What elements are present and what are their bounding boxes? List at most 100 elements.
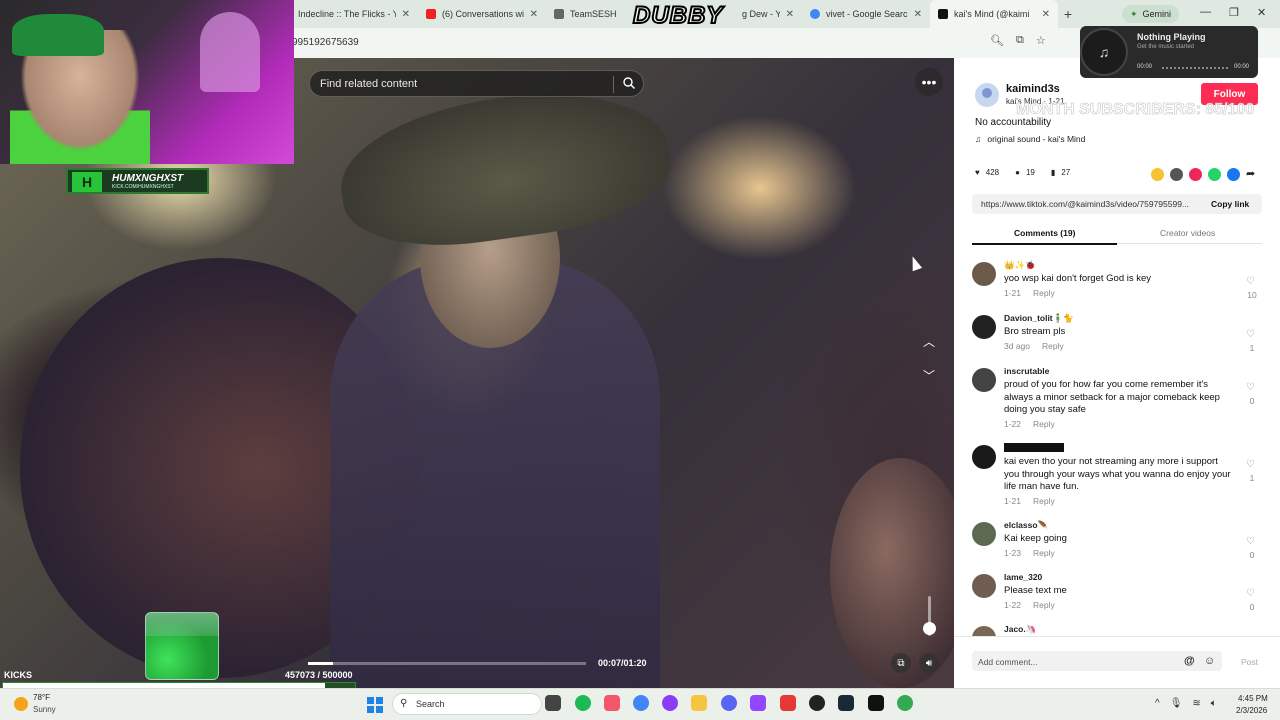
taskbar-search-box[interactable] <box>392 693 542 715</box>
close-icon[interactable]: ✕ <box>1042 9 1050 20</box>
commenter-name[interactable]: inscrutable <box>1004 366 1049 376</box>
browser-tab[interactable]: (6) Conversations with A ✕ <box>418 0 546 28</box>
commenter-avatar[interactable] <box>972 574 996 598</box>
minimize-icon[interactable]: — <box>1200 6 1211 18</box>
whatsapp-icon[interactable] <box>1208 168 1221 181</box>
browser-tab[interactable]: vivet - Google Search ✕ <box>802 0 930 28</box>
post-button[interactable]: Post <box>1241 657 1258 667</box>
commenter-avatar[interactable] <box>972 445 996 469</box>
new-tab-button[interactable]: + <box>1058 6 1078 22</box>
next-video-chevron-down-icon[interactable]: ﹀ <box>918 364 940 386</box>
more-options-button[interactable]: ••• <box>915 68 943 96</box>
reply-button[interactable]: Reply <box>1033 600 1055 610</box>
volume-slider-knob[interactable] <box>923 622 936 635</box>
reply-button[interactable]: Reply <box>1033 496 1055 506</box>
send-icon[interactable] <box>1189 168 1202 181</box>
windows-start-icon[interactable] <box>367 697 383 713</box>
obs-icon[interactable] <box>809 695 825 711</box>
tab-comments[interactable]: Comments (19) <box>1014 228 1075 238</box>
search-icon[interactable] <box>622 76 636 90</box>
like-heart-icon[interactable]: ♡ <box>1246 459 1255 470</box>
sun-weather-icon[interactable] <box>14 697 28 711</box>
find-related-search[interactable]: Find related content <box>309 70 644 97</box>
app-purple-icon[interactable] <box>662 695 678 711</box>
spotify-icon[interactable] <box>575 695 591 711</box>
volume-icon[interactable]: 🔊︎ <box>919 653 939 673</box>
commenter-name[interactable]: elclasso🪶 <box>1004 520 1048 531</box>
like-heart-icon[interactable]: ♡ <box>1246 588 1255 599</box>
reply-button[interactable]: Reply <box>1033 419 1055 429</box>
commenter-name[interactable]: Davion_tolit🧍‍♂️🐈 <box>1004 313 1074 324</box>
facebook-icon[interactable] <box>1227 168 1240 181</box>
tab-title: vivet - Google Search <box>826 9 908 19</box>
twitch-icon[interactable] <box>750 695 766 711</box>
gemini-button[interactable]: ✦ Gemini <box>1122 5 1180 23</box>
commenter-name[interactable]: lame_320 <box>1004 572 1042 582</box>
commenter-name[interactable]: 👑✨🐞 <box>1004 260 1036 271</box>
reply-button[interactable]: Reply <box>1033 548 1055 558</box>
comment-stat[interactable]: ● 19 <box>1015 168 1035 177</box>
close-icon[interactable]: ✕ <box>914 9 922 20</box>
previous-video-chevron-up-icon[interactable]: ︿ <box>918 330 940 352</box>
clock-date[interactable]: 2/3/2026 <box>1236 706 1267 715</box>
post-sound[interactable]: ♫ original sound - kai's Mind <box>975 134 1085 144</box>
task-view-icon[interactable] <box>545 695 561 711</box>
discord-icon[interactable] <box>721 695 737 711</box>
music-app-icon[interactable] <box>604 695 620 711</box>
weather-temp[interactable]: 78°F <box>33 693 50 702</box>
video-link[interactable]: https://www.tiktok.com/@kaimind3s/video/… <box>981 199 1201 209</box>
speaker-icon[interactable]: 🔈︎ <box>1211 698 1217 709</box>
close-icon[interactable]: ✕ <box>786 9 794 20</box>
install-app-icon[interactable]: ⧉ <box>1016 34 1024 47</box>
emoji-icon[interactable]: ☺ <box>1204 655 1215 667</box>
weather-desc[interactable]: Sunny <box>33 705 56 714</box>
commenter-avatar[interactable] <box>972 315 996 339</box>
author-name[interactable]: kaimind3s <box>1006 83 1060 95</box>
streamer-name: HUMXNGHXST <box>112 172 184 184</box>
chevron-up-icon[interactable]: ^ <box>1155 698 1160 709</box>
share-arrow-icon[interactable]: ➦ <box>1246 168 1259 181</box>
tab-creator-videos[interactable]: Creator videos <box>1160 228 1215 238</box>
picture-in-picture-icon[interactable]: ⧉ <box>891 653 911 673</box>
like-heart-icon[interactable]: ♡ <box>1246 329 1255 340</box>
reply-button[interactable]: Reply <box>1033 288 1055 298</box>
maximize-icon[interactable]: ❐ <box>1229 6 1239 19</box>
copy-link-button[interactable]: Copy link <box>1211 199 1249 209</box>
author-avatar[interactable] <box>975 83 999 107</box>
steam-icon[interactable] <box>838 695 854 711</box>
microphone-icon[interactable]: 🎙︎ <box>1170 698 1183 709</box>
active-tab-indicator <box>972 243 1117 245</box>
commenter-avatar[interactable] <box>972 368 996 392</box>
bookmark-star-icon[interactable]: ☆ <box>1036 34 1046 47</box>
close-window-icon[interactable]: ✕ <box>1257 6 1266 19</box>
commenter-name[interactable]: Jaco.🦄 <box>1004 624 1036 635</box>
zoom-icon[interactable]: 🔍︎ <box>990 34 1004 47</box>
app-red-icon[interactable] <box>780 695 796 711</box>
clock-time[interactable]: 4:45 PM <box>1238 694 1268 703</box>
terminal-icon[interactable] <box>868 695 884 711</box>
video-progress-bar[interactable] <box>308 662 586 665</box>
file-explorer-icon[interactable] <box>691 695 707 711</box>
close-icon[interactable]: ✕ <box>402 9 410 20</box>
browser-tab-active[interactable]: kai's Mind (@kaimi ✕ <box>930 0 1058 28</box>
chat-icon <box>554 9 564 19</box>
like-heart-icon[interactable]: ♡ <box>1246 382 1255 393</box>
wifi-icon[interactable]: ≋ <box>1192 698 1200 709</box>
reply-button[interactable]: Reply <box>1042 341 1064 351</box>
like-stat[interactable]: ♥ 428 <box>975 168 999 177</box>
save-stat[interactable]: ▮ 27 <box>1051 168 1070 177</box>
coin-share-icon[interactable] <box>1151 168 1164 181</box>
close-icon[interactable]: ✕ <box>530 9 538 20</box>
chrome-icon[interactable] <box>633 695 649 711</box>
chrome-profile-icon[interactable] <box>897 695 913 711</box>
commenter-avatar[interactable] <box>972 522 996 546</box>
url-text[interactable]: 995192675639 <box>292 37 359 48</box>
commenter-avatar[interactable] <box>972 626 996 636</box>
commenter-avatar[interactable] <box>972 262 996 286</box>
embed-icon[interactable] <box>1170 168 1183 181</box>
commenter-name-redacted[interactable] <box>1004 443 1064 454</box>
mention-icon[interactable]: @ <box>1184 655 1195 667</box>
like-heart-icon[interactable]: ♡ <box>1246 276 1255 287</box>
browser-tab[interactable]: Indecline :: The Flicks - Y ✕ <box>290 0 418 28</box>
like-heart-icon[interactable]: ♡ <box>1246 536 1255 547</box>
